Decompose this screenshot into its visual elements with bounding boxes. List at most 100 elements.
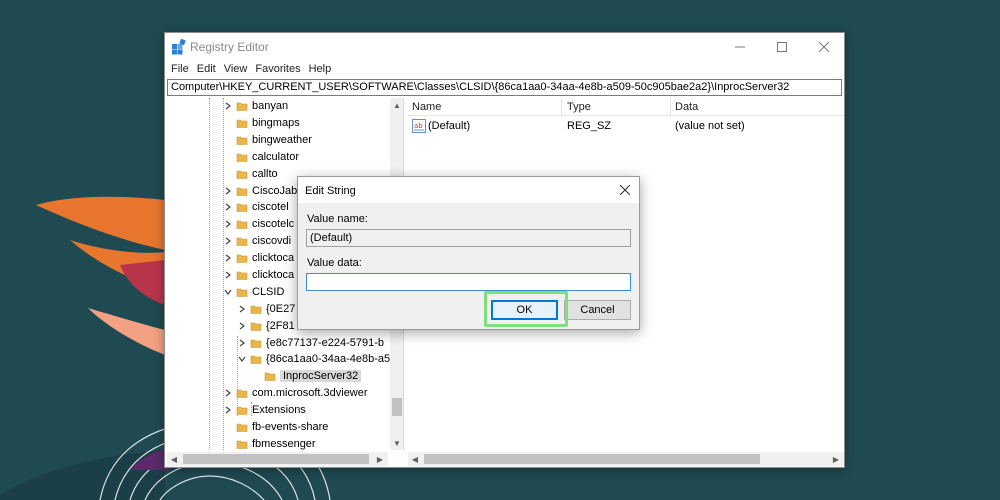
chevron-down-icon[interactable]: [237, 350, 247, 367]
chevron-down-icon[interactable]: [223, 283, 233, 300]
folder-icon: [236, 288, 248, 297]
folder-icon: [236, 254, 248, 263]
chevron-right-icon[interactable]: [223, 232, 233, 249]
address-bar[interactable]: Computer\HKEY_CURRENT_USER\SOFTWARE\Clas…: [167, 79, 842, 96]
scroll-down-arrow-icon[interactable]: ▼: [392, 437, 402, 449]
title-bar[interactable]: Registry Editor: [165, 33, 844, 60]
value-name-cell: (Default): [428, 120, 471, 132]
minimize-button[interactable]: [721, 36, 759, 58]
chevron-right-icon[interactable]: [223, 198, 233, 215]
tree-item[interactable]: {86ca1aa0-34aa-4e8b-a5: [237, 350, 390, 367]
menu-favorites[interactable]: Favorites: [253, 60, 304, 79]
list-hscroll-thumb[interactable]: [424, 454, 760, 464]
tree-scroll-thumb[interactable]: [392, 398, 402, 416]
folder-icon: [264, 372, 276, 381]
folder-icon: [236, 203, 248, 212]
tree-item[interactable]: calculator: [223, 148, 299, 165]
column-header-name[interactable]: Name: [412, 101, 441, 113]
column-separator[interactable]: [561, 98, 562, 116]
tree-item[interactable]: {e8c77137-e224-5791-b: [237, 334, 384, 351]
menu-view[interactable]: View: [222, 60, 252, 79]
tree-item[interactable]: fb-events-share: [223, 418, 328, 435]
tree-horizontal-scrollbar[interactable]: ◀ ▶: [167, 452, 388, 466]
folder-icon: [236, 136, 248, 145]
tree-item[interactable]: InprocServer32: [251, 367, 362, 384]
tree-item[interactable]: ciscotel: [223, 198, 289, 215]
chevron-right-icon[interactable]: [237, 317, 247, 334]
tree-item-label: CiscoJab: [252, 184, 298, 197]
column-header-data[interactable]: Data: [675, 101, 698, 113]
ok-button[interactable]: OK: [491, 300, 558, 320]
chevron-right-icon[interactable]: [223, 98, 233, 114]
menu-file[interactable]: File: [169, 60, 193, 79]
chevron-right-icon[interactable]: [237, 334, 247, 351]
tree-item[interactable]: clicktoca: [223, 266, 294, 283]
tree-item-label: Extensions: [252, 403, 306, 416]
scroll-left-arrow-icon[interactable]: ◀: [168, 453, 180, 465]
tree-item[interactable]: bingmaps: [223, 114, 300, 131]
chevron-right-icon[interactable]: [223, 266, 233, 283]
tree-item[interactable]: CLSID: [223, 283, 284, 300]
chevron-right-icon[interactable]: [223, 182, 233, 199]
tree-item[interactable]: bingweather: [223, 131, 312, 148]
tree-item-label: ciscotel: [252, 200, 289, 213]
chevron-right-icon[interactable]: [237, 300, 247, 317]
tree-item[interactable]: banyan: [223, 98, 288, 114]
tree-item[interactable]: callto: [223, 165, 278, 182]
dialog-title-bar[interactable]: Edit String: [298, 177, 639, 203]
chevron-right-icon[interactable]: [223, 249, 233, 266]
folder-icon: [236, 237, 248, 246]
close-button[interactable]: [805, 36, 843, 58]
list-horizontal-scrollbar[interactable]: ◀ ▶: [408, 452, 844, 466]
column-header-type[interactable]: Type: [567, 101, 591, 113]
scroll-right-arrow-icon[interactable]: ▶: [374, 453, 386, 465]
registry-editor-icon: [172, 39, 186, 55]
tree-hscroll-thumb[interactable]: [183, 454, 369, 464]
folder-icon: [236, 153, 248, 162]
tree-item-label: bingweather: [252, 133, 312, 146]
folder-icon: [236, 423, 248, 432]
list-header: Name Type Data: [408, 98, 844, 116]
folder-icon: [236, 119, 248, 128]
tree-item[interactable]: ciscotelc: [223, 215, 294, 232]
menu-help[interactable]: Help: [307, 60, 336, 79]
chevron-right-icon[interactable]: [223, 401, 233, 418]
tree-item-label: ciscotelc: [252, 217, 295, 230]
tree-item-label: fbmessenger: [252, 437, 316, 450]
tree-item[interactable]: Extensions: [223, 401, 306, 418]
tree-item[interactable]: clicktoca: [223, 249, 294, 266]
edit-string-dialog: Edit String Value name: (Default) Value …: [297, 176, 640, 330]
tree-item[interactable]: {2F81: [237, 317, 295, 334]
scroll-up-arrow-icon[interactable]: ▲: [392, 99, 402, 111]
tree-item[interactable]: com.microsoft.3dviewer: [223, 384, 368, 401]
tree-item[interactable]: ciscovdi: [223, 232, 291, 249]
chevron-right-icon[interactable]: [223, 384, 233, 401]
chevron-right-icon[interactable]: [223, 215, 233, 232]
value-name-label: Value name:: [307, 213, 368, 225]
maximize-icon: [777, 42, 787, 52]
tree-item[interactable]: CiscoJab: [223, 182, 297, 199]
folder-icon: [250, 322, 262, 331]
column-separator[interactable]: [670, 98, 671, 116]
folder-icon: [236, 389, 248, 398]
list-item[interactable]: ab (Default) REG_SZ (value not set): [408, 118, 844, 135]
minimize-icon: [735, 46, 745, 48]
scroll-left-arrow-icon[interactable]: ◀: [409, 453, 421, 465]
tree-item-label: InprocServer32: [280, 369, 362, 382]
tree-item-label: clicktoca: [252, 268, 295, 281]
value-data-input[interactable]: [306, 273, 631, 291]
tree-item[interactable]: fbmessenger: [223, 435, 316, 450]
menu-edit[interactable]: Edit: [195, 60, 220, 79]
scroll-right-arrow-icon[interactable]: ▶: [830, 453, 842, 465]
cancel-button[interactable]: Cancel: [564, 300, 631, 320]
folder-icon: [236, 187, 248, 196]
dialog-title: Edit String: [305, 185, 356, 197]
string-value-icon: ab: [412, 119, 426, 133]
dialog-close-button[interactable]: [617, 182, 633, 198]
maximize-button[interactable]: [763, 36, 801, 58]
tree-item[interactable]: {0E27: [237, 300, 295, 317]
